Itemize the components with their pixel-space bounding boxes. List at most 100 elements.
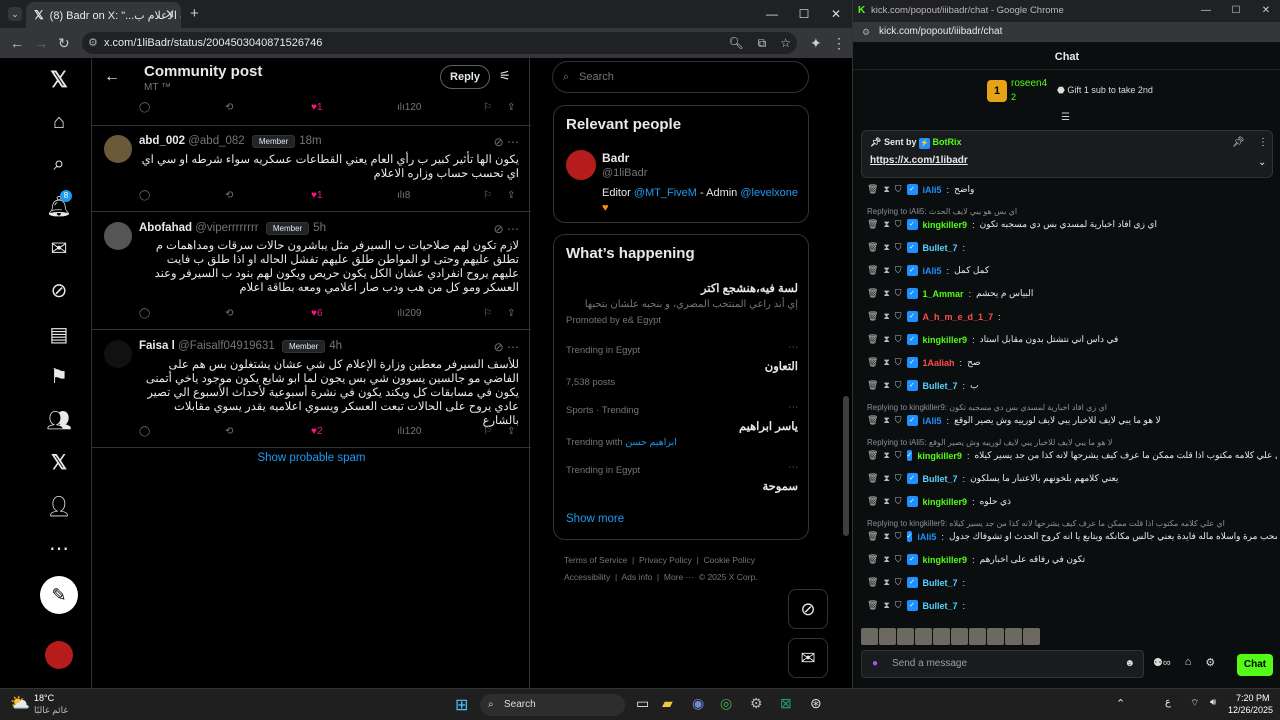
chat-message[interactable]: 🗑︎ ⧗ ⛉ ✓ Bullet_7: ب: [867, 380, 1277, 391]
ban-shield-icon[interactable]: ⛉: [895, 531, 902, 542]
chat-username[interactable]: 1Aaliah: [923, 358, 955, 368]
reply-icon[interactable]: ◯: [139, 102, 150, 113]
timeout-icon[interactable]: ⧗: [883, 219, 889, 230]
bio-link[interactable]: @MT_FiveM: [634, 187, 697, 199]
views-icon[interactable]: ılı 8: [397, 190, 410, 201]
delete-message-icon[interactable]: 🗑︎: [867, 577, 878, 588]
timeout-icon[interactable]: ⧗: [883, 242, 889, 253]
excel-icon[interactable]: ⊠: [780, 695, 792, 712]
reply-post[interactable]: Faisa l @Faisalf04919631 Member 4h ⊘ ⋯ لل…: [92, 330, 531, 448]
trend-more-icon[interactable]: ⋯: [789, 342, 799, 353]
emoji-icon[interactable]: ☻: [1124, 651, 1135, 677]
emote[interactable]: [1023, 628, 1040, 645]
ban-shield-icon[interactable]: ⛉: [895, 184, 902, 195]
trend-item[interactable]: Trending in Egypt ⋯ سموحة: [566, 462, 799, 495]
emote[interactable]: [897, 628, 914, 645]
task-view-icon[interactable]: ▭: [636, 695, 649, 712]
ban-shield-icon[interactable]: ⛉: [895, 450, 902, 461]
collapse-chevron-icon[interactable]: ⌄: [1258, 157, 1266, 168]
timeout-icon[interactable]: ⧗: [883, 450, 889, 461]
grok-more-icon[interactable]: ⊘ ⋯: [494, 222, 519, 236]
trend-more-icon[interactable]: ⋯: [789, 462, 799, 473]
ban-shield-icon[interactable]: ⛉: [895, 554, 902, 565]
bookmarks-icon[interactable]: ⚑: [36, 356, 82, 396]
network-icon[interactable]: ⌔: [1190, 697, 1199, 710]
file-explorer-icon[interactable]: ▰: [662, 695, 673, 712]
close-window-icon[interactable]: ✕: [1251, 0, 1280, 22]
chat-message[interactable]: 🗑︎ ⧗ ⛉ ✓ 1Aaliah: صح: [867, 357, 1277, 368]
chat-username[interactable]: Bullet_7: [923, 381, 958, 391]
chat-message[interactable]: 🗑︎ ⧗ ⛉ ✓ Bullet_7:: [867, 600, 1277, 611]
trend-with-link[interactable]: ابراهيم حسن: [625, 437, 677, 448]
app-icon[interactable]: ⊛: [810, 695, 822, 712]
premium-x-icon[interactable]: 𝕏: [36, 442, 82, 482]
store-icon[interactable]: ⌂: [1185, 656, 1192, 669]
reply-context[interactable]: Replying to kingkiller9: اي زي افاد اخبا…: [867, 403, 1267, 412]
post-time[interactable]: 5h: [313, 222, 326, 234]
author-name[interactable]: abd_002: [139, 135, 185, 147]
reply-icon[interactable]: ◯: [139, 190, 150, 201]
chat-username[interactable]: kingkiller9: [923, 220, 968, 230]
discord-icon[interactable]: ◉: [692, 695, 704, 712]
delete-message-icon[interactable]: 🗑︎: [867, 311, 878, 322]
reply-post[interactable]: Abofahad @viperrrrrrrr Member 5h ⊘ ⋯ لازم…: [92, 212, 531, 330]
views-icon[interactable]: ılı 120: [397, 102, 421, 113]
chat-username[interactable]: iAli5: [923, 416, 942, 426]
avatar[interactable]: [566, 150, 596, 180]
chat-message[interactable]: 🗑︎ ⧗ ⛉ ✓ kingkiller9: تكون في رفاقه على اخبار…: [867, 554, 1277, 565]
ban-shield-icon[interactable]: ⛉: [895, 380, 902, 391]
tab-x-post[interactable]: 𝕏 (8) Badr on X: "...ورة الاعلام ب ✕: [26, 2, 181, 28]
site-info-icon[interactable]: ⚙: [862, 22, 870, 42]
scrollbar[interactable]: [843, 396, 849, 536]
notifications-bell-icon[interactable]: 🔔︎ 8: [36, 186, 82, 226]
chat-message[interactable]: 🗑︎ ⧗ ⛉ ✓ kingkiller9: اي زي افاد اخبارية لمسد…: [867, 219, 1277, 230]
url-bar[interactable]: ⚙ kick.com/popout/iiibadr/chat: [853, 22, 1280, 42]
chrome-icon[interactable]: ◎: [720, 695, 732, 712]
sliders-icon[interactable]: ⚟: [499, 68, 511, 84]
maximize-icon[interactable]: ☐: [788, 0, 820, 28]
timeout-icon[interactable]: ⧗: [883, 600, 889, 611]
pinned-more-icon[interactable]: ⋮: [1258, 137, 1268, 148]
home-icon[interactable]: ⌂: [36, 102, 82, 142]
emote[interactable]: [1005, 628, 1022, 645]
send-chat-button[interactable]: Chat: [1237, 654, 1273, 676]
search-input[interactable]: ⌕ Search: [552, 61, 809, 93]
chat-message[interactable]: 🗑︎ ⧗ ⛉ ✓ A_h_m_e_d_1_7:: [867, 311, 1277, 322]
timeout-icon[interactable]: ⧗: [883, 265, 889, 276]
clock-date[interactable]: 12/26/2025: [1228, 705, 1273, 715]
tab-close-icon[interactable]: ✕: [165, 7, 175, 21]
x-logo-icon[interactable]: 𝕏: [36, 60, 82, 100]
more-circle-icon[interactable]: ⋯: [36, 528, 82, 568]
back-arrow-icon[interactable]: ←: [104, 68, 120, 86]
bookmark-icon[interactable]: ⚐: [483, 308, 492, 319]
timeout-icon[interactable]: ⧗: [883, 473, 889, 484]
author-name[interactable]: Faisa l: [139, 340, 175, 352]
timeout-icon[interactable]: ⧗: [883, 496, 889, 507]
share-icon[interactable]: ⇪: [507, 190, 515, 201]
avatar[interactable]: [104, 340, 132, 368]
reply-context[interactable]: Replying to kingkiller9: اي علي كلامه مك…: [867, 519, 1267, 528]
close-window-icon[interactable]: ✕: [820, 0, 852, 28]
views-icon[interactable]: ılı 120: [397, 426, 421, 437]
chat-message[interactable]: 🗑︎ ⧗ ⛉ ✓ iAli5: كمل كمل: [867, 265, 1277, 276]
footer-link[interactable]: Accessibility: [564, 572, 610, 582]
grok-icon[interactable]: ⊘: [36, 270, 82, 310]
maximize-icon[interactable]: ☐: [1221, 0, 1251, 22]
weather-icon[interactable]: ⛅: [10, 693, 30, 713]
chat-message[interactable]: 🗑︎ ⧗ ⛉ ✓ iAli5: اي مسحب مرة واسلاه ماله فايدة…: [867, 531, 1277, 542]
delete-message-icon[interactable]: 🗑︎: [867, 496, 878, 507]
ban-shield-icon[interactable]: ⛉: [895, 357, 902, 368]
ban-shield-icon[interactable]: ⛉: [895, 219, 902, 230]
emote[interactable]: [933, 628, 950, 645]
chat-username[interactable]: iAli5: [917, 532, 936, 542]
trend-more-icon[interactable]: ⋯: [789, 402, 799, 413]
reply-icon[interactable]: ◯: [139, 426, 150, 437]
share-icon[interactable]: ⇪: [507, 426, 515, 437]
like-icon[interactable]: ♥ 1: [311, 102, 323, 113]
ban-shield-icon[interactable]: ⛉: [895, 473, 902, 484]
repost-icon[interactable]: ⟲: [225, 426, 233, 437]
views-icon[interactable]: ılı 209: [397, 308, 421, 319]
pinned-link[interactable]: https://x.com/1libadr: [870, 155, 968, 166]
timeout-icon[interactable]: ⧗: [883, 357, 889, 368]
like-icon[interactable]: ♥ 2: [311, 426, 323, 437]
